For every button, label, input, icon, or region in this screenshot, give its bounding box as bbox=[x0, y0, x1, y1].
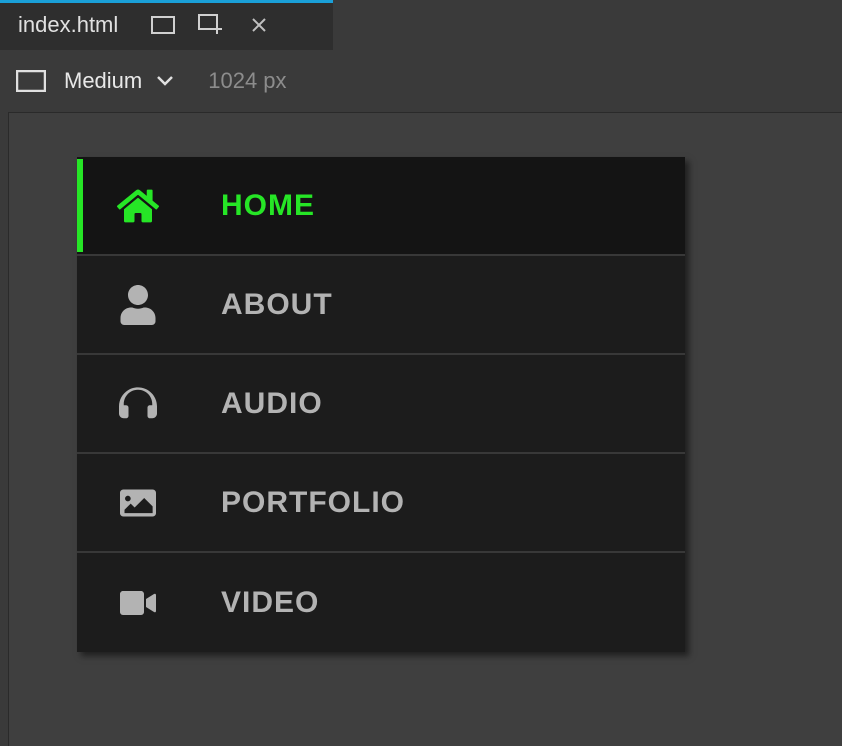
video-icon bbox=[113, 587, 163, 619]
add-viewport-icon[interactable] bbox=[198, 12, 224, 38]
menu-item-label: ABOUT bbox=[221, 288, 333, 322]
editor-tabstrip: index.html bbox=[0, 0, 842, 50]
menu-item-label: AUDIO bbox=[221, 387, 323, 421]
close-icon[interactable] bbox=[246, 12, 272, 38]
menu-item-label: PORTFOLIO bbox=[221, 486, 405, 520]
viewport-pixel-value[interactable]: 1024 px bbox=[208, 68, 286, 94]
chevron-down-icon[interactable] bbox=[156, 75, 174, 87]
menu-item-portfolio[interactable]: PORTFOLIO bbox=[77, 454, 685, 553]
viewport-size-bar: Medium 1024 px bbox=[0, 50, 842, 112]
menu-item-video[interactable]: VIDEO bbox=[77, 553, 685, 652]
menu-item-about[interactable]: ABOUT bbox=[77, 256, 685, 355]
menu-item-audio[interactable]: AUDIO bbox=[77, 355, 685, 454]
viewport-name[interactable]: Medium bbox=[64, 68, 142, 94]
menu-item-home[interactable]: HOME bbox=[77, 157, 685, 256]
menu-item-label: VIDEO bbox=[221, 586, 319, 620]
home-icon bbox=[113, 187, 163, 225]
headphones-icon bbox=[113, 385, 163, 423]
editor-tab[interactable]: index.html bbox=[0, 0, 333, 50]
tab-title: index.html bbox=[18, 12, 118, 38]
user-icon bbox=[113, 285, 163, 325]
preview-canvas: HOME ABOUT AUDIO PORTFOLIO VIDEO bbox=[8, 112, 842, 746]
menu-item-label: HOME bbox=[221, 189, 315, 223]
image-icon bbox=[113, 485, 163, 521]
viewport-rect-icon bbox=[16, 70, 46, 92]
device-icon[interactable] bbox=[150, 12, 176, 38]
tab-accent bbox=[0, 0, 333, 3]
nav-menu: HOME ABOUT AUDIO PORTFOLIO VIDEO bbox=[77, 157, 685, 652]
